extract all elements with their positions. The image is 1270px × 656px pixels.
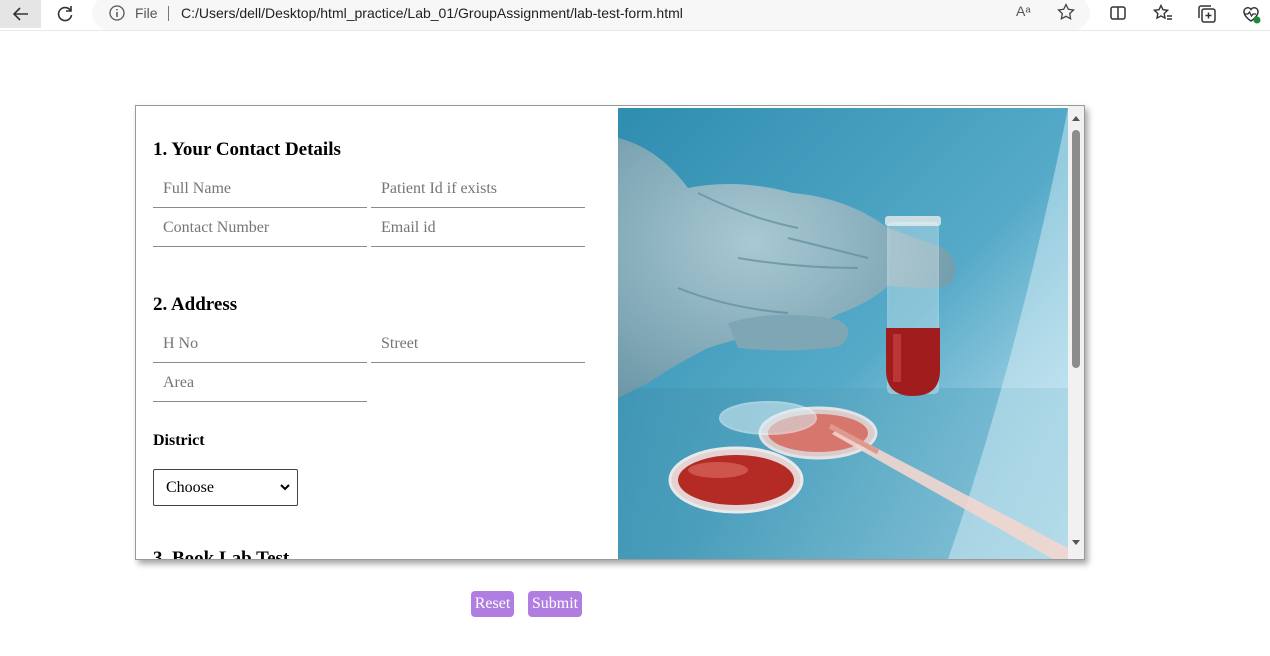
email-input[interactable] [371,209,585,246]
favorite-star-icon[interactable] [1056,2,1076,27]
arrow-left-icon [12,7,28,21]
reset-button[interactable]: Reset [471,591,514,617]
favorites-icon[interactable] [1152,3,1174,28]
book-lab-test-heading: 3. Book Lab Test [153,548,290,559]
patient-id-field [371,170,585,208]
street-field [371,325,585,363]
district-select[interactable]: Choose [153,469,298,506]
house-no-field [153,325,367,363]
contact-number-field [153,209,367,247]
email-field [371,209,585,247]
form-container: 1. Your Contact Details 2. Address [135,105,1085,560]
scrollbar[interactable] [1068,106,1084,559]
split-screen-icon[interactable] [1108,3,1128,28]
scroll-down-arrow-icon[interactable] [1071,539,1081,547]
patient-id-input[interactable] [371,170,585,207]
collections-icon[interactable] [1196,3,1218,30]
chevron-down-icon [280,484,290,491]
browser-toolbar: File C:/Users/dell/Desktop/html_practice… [0,0,1270,30]
house-no-input[interactable] [153,325,367,362]
contact-number-input[interactable] [153,209,367,246]
lab-test-photo [618,108,1068,559]
back-button[interactable] [0,0,41,28]
area-input[interactable] [153,364,367,401]
address-separator [168,6,169,21]
toolbar-divider [0,30,1270,31]
submit-button[interactable]: Submit [528,591,582,617]
browser-essentials-icon[interactable] [1240,3,1262,30]
area-field [153,364,367,402]
scroll-area[interactable]: 1. Your Contact Details 2. Address [136,106,1068,559]
scroll-up-arrow-icon[interactable] [1071,114,1081,122]
address-bar[interactable]: File C:/Users/dell/Desktop/html_practice… [92,0,1090,30]
info-icon[interactable] [108,4,126,27]
address-heading: 2. Address [153,294,238,315]
url-text[interactable]: C:/Users/dell/Desktop/html_practice/Lab_… [181,5,683,21]
scrollbar-thumb[interactable] [1072,130,1080,368]
read-aloud-icon[interactable]: Aᵃ [1016,3,1031,19]
district-label: District [153,432,205,449]
form-column: 1. Your Contact Details 2. Address [136,106,618,559]
reload-icon [57,6,73,22]
reload-button[interactable] [48,0,82,28]
street-input[interactable] [371,325,585,362]
file-label: File [135,5,158,21]
contact-details-heading: 1. Your Contact Details [153,139,341,160]
full-name-field [153,170,367,208]
full-name-input[interactable] [153,170,367,207]
district-selected-value: Choose [166,478,214,496]
